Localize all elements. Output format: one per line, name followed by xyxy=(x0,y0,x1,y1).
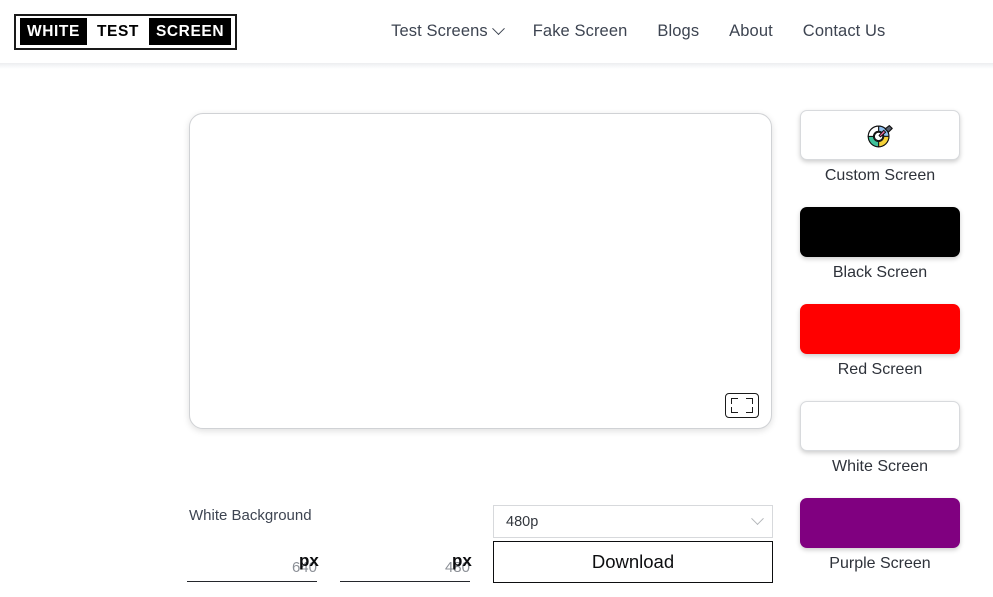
main-navigation: Test Screens Fake Screen Blogs About Con… xyxy=(391,22,885,41)
resolution-select[interactable]: 480p xyxy=(493,505,773,538)
fullscreen-icon[interactable] xyxy=(725,393,759,418)
screen-options-sidebar: Custom Screen Black Screen Red Screen Wh… xyxy=(800,110,960,595)
sidebar-item-custom-screen[interactable]: Custom Screen xyxy=(800,110,960,185)
height-field[interactable] xyxy=(340,550,470,582)
nav-item-fake-screen[interactable]: Fake Screen xyxy=(533,22,628,41)
screen-preview-area xyxy=(189,113,772,429)
sidebar-item-red-screen[interactable]: Red Screen xyxy=(800,304,960,379)
sidebar-item-black-screen[interactable]: Black Screen xyxy=(800,207,960,282)
nav-item-label: Blogs xyxy=(657,22,699,41)
sidebar-item-purple-screen[interactable]: Purple Screen xyxy=(800,498,960,573)
sidebar-item-label: White Screen xyxy=(800,458,960,476)
custom-screen-swatch[interactable] xyxy=(800,110,960,160)
logo-segment-white: WHITE xyxy=(20,18,87,45)
sidebar-item-label: Custom Screen xyxy=(800,167,960,185)
width-field[interactable] xyxy=(187,550,317,582)
nav-item-about[interactable]: About xyxy=(729,22,773,41)
nav-item-label: Fake Screen xyxy=(533,22,628,41)
color-picker-icon xyxy=(865,120,895,150)
nav-item-blogs[interactable]: Blogs xyxy=(657,22,699,41)
site-header: WHITE TEST SCREEN Test Screens Fake Scre… xyxy=(0,0,993,63)
sidebar-item-white-screen[interactable]: White Screen xyxy=(800,401,960,476)
logo-segment-screen: SCREEN xyxy=(149,18,231,45)
download-button[interactable]: Download xyxy=(493,541,773,583)
purple-screen-swatch[interactable] xyxy=(800,498,960,548)
sidebar-item-label: Purple Screen xyxy=(800,555,960,573)
nav-item-label: Contact Us xyxy=(803,22,886,41)
background-label: White Background xyxy=(189,507,312,524)
nav-item-label: About xyxy=(729,22,773,41)
resolution-selected-value: 480p xyxy=(506,514,753,530)
sidebar-item-label: Red Screen xyxy=(800,361,960,379)
black-screen-swatch[interactable] xyxy=(800,207,960,257)
screen-preview-box[interactable] xyxy=(189,113,772,429)
white-screen-swatch[interactable] xyxy=(800,401,960,451)
nav-item-test-screens[interactable]: Test Screens xyxy=(391,22,503,41)
chevron-down-icon xyxy=(492,22,505,35)
site-logo[interactable]: WHITE TEST SCREEN xyxy=(14,14,237,50)
sidebar-item-label: Black Screen xyxy=(800,264,960,282)
page-body: White Background px px 480p Download xyxy=(0,63,993,597)
height-unit-label: px xyxy=(452,551,472,571)
red-screen-swatch[interactable] xyxy=(800,304,960,354)
nav-item-contact-us[interactable]: Contact Us xyxy=(803,22,886,41)
nav-item-label: Test Screens xyxy=(391,22,488,41)
chevron-down-icon xyxy=(751,512,764,525)
logo-segment-test: TEST xyxy=(90,18,146,45)
width-unit-label: px xyxy=(299,551,319,571)
